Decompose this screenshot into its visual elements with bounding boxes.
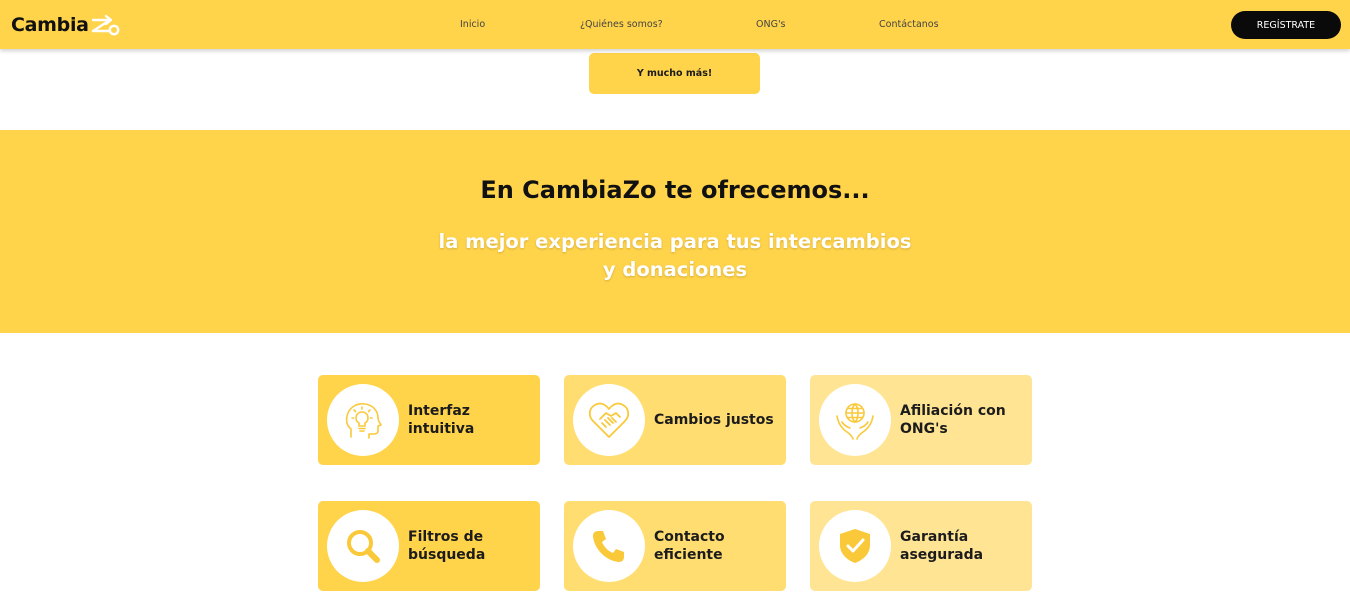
feature-card-filtros: Filtros de búsqueda xyxy=(318,501,540,591)
feature-label-line1: Afiliación con xyxy=(900,403,1006,419)
offer-subtitle-line1: la mejor experiencia para tus intercambi… xyxy=(438,230,912,253)
feature-label-line2: intuitiva xyxy=(408,421,475,437)
feature-label-line2: asegurada xyxy=(900,547,984,563)
feature-label-line2: ONG's xyxy=(900,421,948,437)
swap-arrows-logo-icon xyxy=(91,14,120,36)
offer-subtitle-line2: y donaciones xyxy=(602,258,748,281)
feature-icon-circle xyxy=(819,384,891,456)
shield-check-icon xyxy=(840,529,870,563)
site-header: Cambia Inicio ¿Quiénes somos? ONG's Cont… xyxy=(0,0,1350,49)
handshake-heart-icon xyxy=(588,402,630,438)
feature-label-line1: Cambios justos xyxy=(654,412,774,428)
feature-label: Filtros de búsqueda xyxy=(408,528,534,564)
feature-label-line1: Interfaz xyxy=(408,403,470,419)
feature-icon-circle xyxy=(573,510,645,582)
feature-card-contacto: Contacto eficiente xyxy=(564,501,786,591)
feature-label-line2: búsqueda xyxy=(408,547,486,563)
logo[interactable]: Cambia xyxy=(11,12,120,38)
feature-card-interfaz: Interfaz intuitiva xyxy=(318,375,540,465)
logo-text: Cambia xyxy=(11,14,89,36)
offer-subtitle: la mejor experiencia para tus intercambi… xyxy=(375,228,975,284)
magnifier-icon xyxy=(347,530,380,563)
nav-ongs[interactable]: ONG's xyxy=(756,19,786,30)
nav-contactanos[interactable]: Contáctanos xyxy=(879,19,939,30)
feature-label-line2: eficiente xyxy=(654,547,723,563)
nav-quienes-somos[interactable]: ¿Quiénes somos? xyxy=(580,19,663,30)
feature-label: Garantía asegurada xyxy=(900,528,1026,564)
lightbulb-head-icon xyxy=(345,403,382,439)
offer-title: En CambiaZo te ofrecemos... xyxy=(480,176,870,204)
feature-card-garantia: Garantía asegurada xyxy=(810,501,1032,591)
nav-inicio[interactable]: Inicio xyxy=(460,19,485,30)
feature-icon-circle xyxy=(327,384,399,456)
feature-card-cambios: Cambios justos xyxy=(564,375,786,465)
feature-icon-circle xyxy=(819,510,891,582)
feature-label-line1: Garantía xyxy=(900,529,969,545)
feature-label: Contacto eficiente xyxy=(654,528,780,564)
phone-icon xyxy=(593,531,624,562)
feature-label-line1: Filtros de xyxy=(408,529,484,545)
feature-card-afiliacion: Afiliación con ONG's xyxy=(810,375,1032,465)
feature-icon-circle xyxy=(573,384,645,456)
feature-label-line1: Contacto xyxy=(654,529,725,545)
feature-label: Interfaz intuitiva xyxy=(408,402,534,438)
feature-icon-circle xyxy=(327,510,399,582)
globe-hands-icon xyxy=(836,403,874,440)
feature-label: Cambios justos xyxy=(654,411,780,429)
register-button[interactable]: REGÍSTRATE xyxy=(1231,11,1341,39)
more-button[interactable]: Y mucho más! xyxy=(589,53,760,94)
offer-section: En CambiaZo te ofrecemos... la mejor exp… xyxy=(0,130,1350,333)
feature-label: Afiliación con ONG's xyxy=(900,402,1026,438)
